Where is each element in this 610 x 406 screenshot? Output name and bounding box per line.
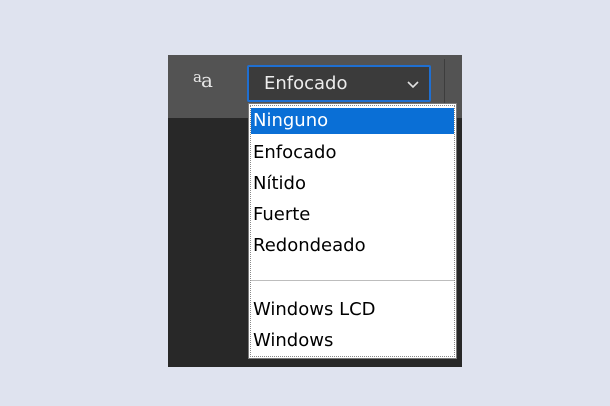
aa-icon: aa bbox=[193, 68, 213, 92]
option-redondeado[interactable]: Redondeado bbox=[251, 233, 454, 259]
option-ninguno[interactable]: Ninguno bbox=[251, 108, 454, 134]
option-enfocado[interactable]: Enfocado bbox=[251, 140, 454, 166]
option-windows-lcd[interactable]: Windows LCD bbox=[251, 297, 454, 323]
app-panel: aa Enfocado Ninguno Enfocado Nítido Fuer… bbox=[168, 55, 462, 367]
option-fuerte[interactable]: Fuerte bbox=[251, 202, 454, 228]
option-nitido[interactable]: Nítido bbox=[251, 171, 454, 197]
chevron-down-icon bbox=[407, 81, 419, 89]
dropdown-separator bbox=[251, 280, 454, 281]
option-windows[interactable]: Windows bbox=[251, 328, 454, 354]
anti-aliasing-dropdown: Ninguno Enfocado Nítido Fuerte Redondead… bbox=[248, 103, 457, 359]
anti-aliasing-select[interactable]: Enfocado bbox=[247, 65, 431, 102]
anti-aliasing-select-value: Enfocado bbox=[264, 73, 348, 94]
